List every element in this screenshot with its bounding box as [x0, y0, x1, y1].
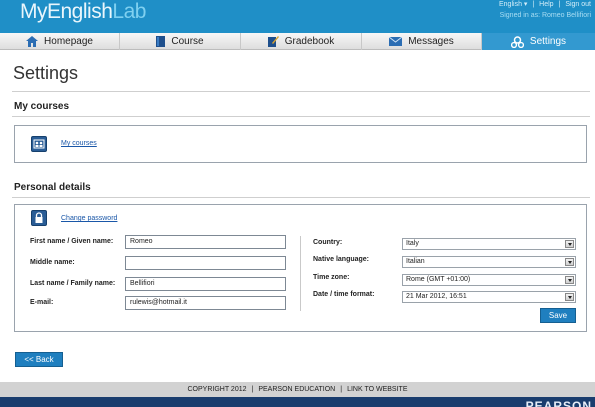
my-courses-panel: My courses	[14, 125, 587, 163]
chevron-down-icon[interactable]	[565, 293, 574, 301]
bottom-brand-bar: PEARSON	[0, 397, 595, 407]
top-header: MyEnglishLab English ▾ | Help | Sign out…	[0, 0, 595, 33]
chevron-down-icon[interactable]	[565, 276, 574, 284]
envelope-icon	[389, 37, 403, 46]
chevron-down-icon[interactable]	[565, 240, 574, 248]
personal-details-heading: Personal details	[14, 182, 91, 193]
nav-label: Messages	[408, 36, 454, 47]
main-nav: Homepage Course Gradebook Messages Setti…	[0, 33, 595, 50]
first-name-label: First name / Given name:	[30, 238, 114, 245]
footer-separator: |	[340, 386, 343, 393]
my-courses-link[interactable]: My courses	[61, 140, 97, 147]
nav-label: Settings	[529, 36, 567, 47]
myenglishlab-logo[interactable]: MyEnglishLab	[20, 0, 146, 24]
date-format-select[interactable]: 21 Mar 2012, 16:51	[402, 291, 576, 303]
home-icon	[26, 36, 39, 47]
country-select[interactable]: Italy	[402, 238, 576, 250]
my-courses-heading: My courses	[14, 101, 70, 112]
chevron-down-icon[interactable]	[565, 258, 574, 266]
nav-messages[interactable]: Messages	[362, 33, 482, 50]
section-divider	[12, 197, 590, 198]
native-language-label: Native language:	[313, 256, 370, 263]
footer-copyright: COPYRIGHT 2012	[187, 386, 247, 393]
language-caret-icon[interactable]: ▾	[524, 1, 528, 8]
logo-my: My	[20, 0, 48, 23]
gradebook-icon	[267, 36, 279, 47]
time-zone-label: Time zone:	[313, 274, 350, 281]
separator: |	[532, 1, 535, 8]
save-button[interactable]: Save	[540, 308, 576, 323]
back-button[interactable]: << Back	[15, 352, 63, 367]
language-link[interactable]: English	[499, 1, 522, 8]
nav-homepage[interactable]: Homepage	[0, 33, 120, 50]
section-divider	[12, 116, 590, 117]
nav-label: Course	[171, 36, 204, 47]
date-format-value: 21 Mar 2012, 16:51	[406, 293, 467, 300]
courses-icon	[31, 136, 47, 152]
time-zone-select[interactable]: Rome (GMT +01:00)	[402, 274, 576, 286]
page-title: Settings	[13, 63, 79, 83]
footer: COPYRIGHT 2012 | PEARSON EDUCATION | LIN…	[0, 382, 595, 397]
native-language-value: Italian	[406, 258, 425, 265]
nav-gradebook[interactable]: Gradebook	[241, 33, 362, 50]
signed-in-text: Signed in as: Romeo Bellifiori	[499, 12, 591, 19]
separator: |	[558, 1, 561, 8]
column-divider	[300, 236, 301, 311]
country-value: Italy	[406, 240, 419, 247]
nav-label: Gradebook	[284, 36, 335, 47]
change-password-link[interactable]: Change password	[61, 215, 117, 222]
email-field[interactable]: rulewis@hotmail.it	[125, 296, 286, 310]
last-name-field[interactable]: Bellifiori	[125, 277, 286, 291]
logo-english: English	[47, 0, 113, 23]
last-name-label: Last name / Family name:	[30, 280, 116, 287]
middle-name-label: Middle name:	[30, 259, 75, 266]
country-label: Country:	[313, 239, 343, 246]
nav-course[interactable]: Course	[120, 33, 241, 50]
nav-label: Homepage	[44, 36, 93, 47]
gears-icon	[510, 35, 524, 48]
date-format-label: Date / time format:	[313, 291, 375, 298]
logo-lab: Lab	[112, 0, 146, 23]
middle-name-field[interactable]	[125, 256, 286, 270]
pearson-logo: PEARSON	[525, 399, 592, 407]
footer-company: PEARSON EDUCATION	[258, 386, 336, 393]
first-name-field[interactable]: Romeo	[125, 235, 286, 249]
help-link[interactable]: Help	[539, 1, 553, 8]
native-language-select[interactable]: Italian	[402, 256, 576, 268]
footer-website-link[interactable]: LINK TO WEBSITE	[347, 386, 407, 393]
lock-icon	[31, 210, 47, 226]
book-icon	[156, 36, 166, 47]
email-label: E-mail:	[30, 299, 54, 306]
signout-link[interactable]: Sign out	[565, 1, 591, 8]
time-zone-value: Rome (GMT +01:00)	[406, 276, 471, 283]
nav-settings[interactable]: Settings	[482, 33, 595, 50]
footer-separator: |	[251, 386, 254, 393]
title-divider	[12, 91, 590, 92]
top-links: English ▾ | Help | Sign out	[499, 0, 591, 8]
